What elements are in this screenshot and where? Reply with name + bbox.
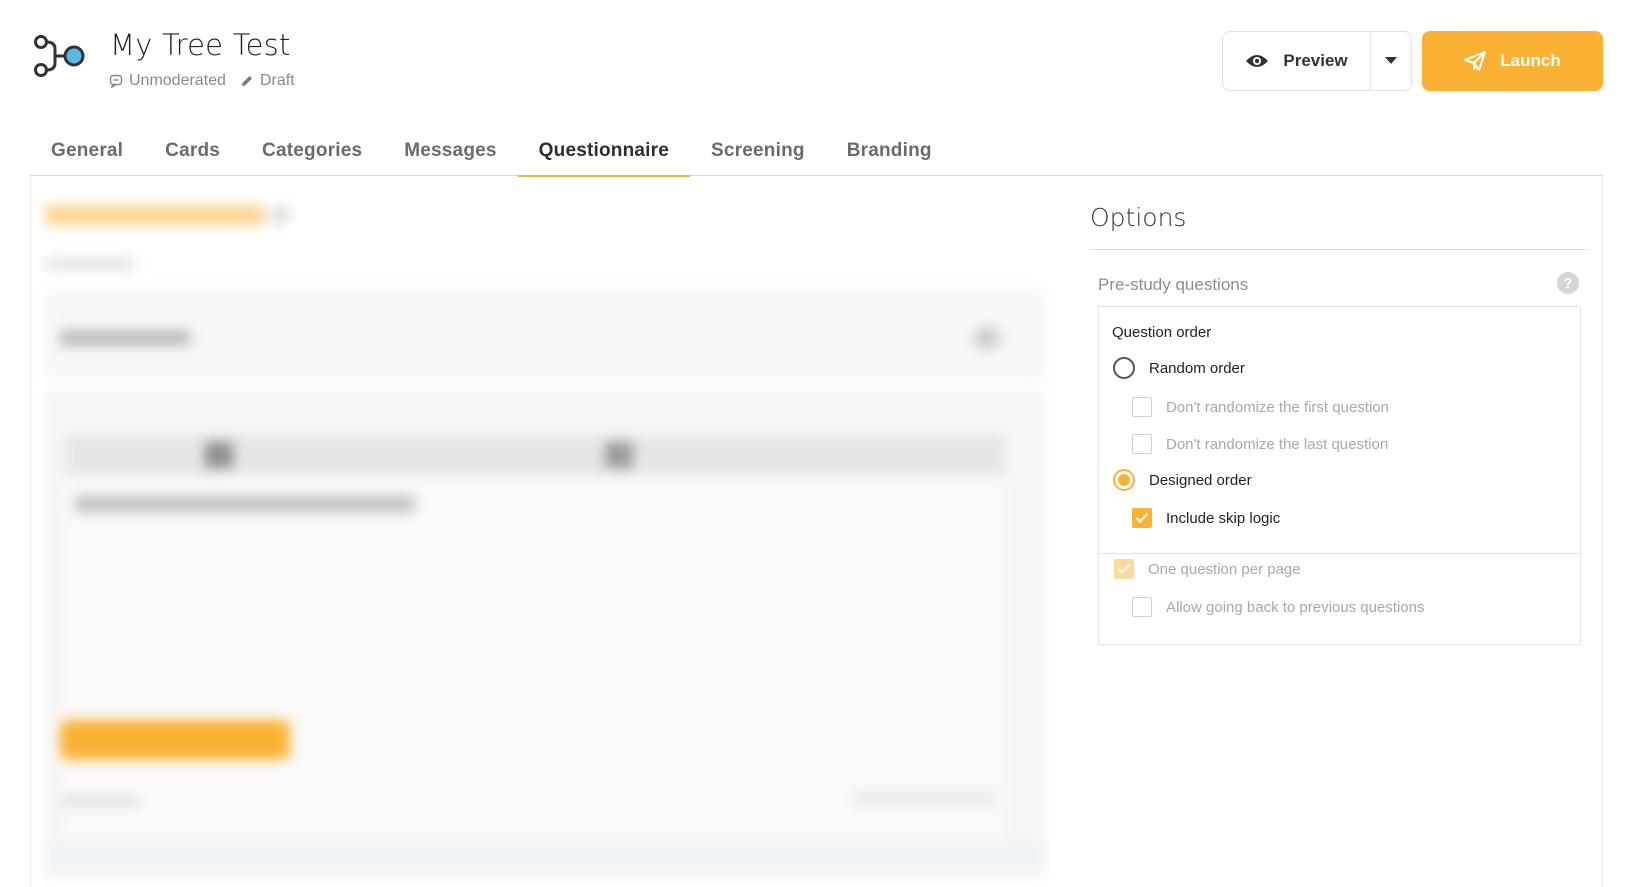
tab-general[interactable]: General xyxy=(30,128,144,176)
launch-button-label: Launch xyxy=(1500,51,1561,70)
random-order-radio-control[interactable] xyxy=(1113,357,1135,379)
study-status: Draft xyxy=(240,72,295,90)
dont-randomize-last-checkbox[interactable]: Don't randomize the last question xyxy=(1132,434,1388,454)
pre-study-questions-label: Pre-study questions xyxy=(1098,275,1249,294)
chat-bubble-icon xyxy=(109,74,123,88)
tab-categories[interactable]: Categories xyxy=(241,128,383,176)
checkmark-icon xyxy=(1135,512,1149,524)
pencil-icon xyxy=(241,76,252,86)
allow-going-back-checkbox-control[interactable] xyxy=(1132,597,1152,617)
tree-test-logo-icon xyxy=(34,35,85,77)
study-mode: Unmoderated xyxy=(109,72,226,90)
dont-randomize-first-checkbox[interactable]: Don't randomize the first question xyxy=(1132,397,1389,417)
preview-button[interactable]: Preview xyxy=(1223,32,1371,90)
preview-button-label: Preview xyxy=(1283,51,1348,70)
question-options-box: Question order Random order Don't random… xyxy=(1098,306,1581,645)
designed-order-label: Designed order xyxy=(1149,471,1252,489)
checkmark-icon xyxy=(1117,563,1131,575)
help-icon[interactable]: ? xyxy=(1557,272,1579,294)
one-question-per-page-label: One question per page xyxy=(1148,560,1301,578)
eye-icon xyxy=(1246,55,1269,67)
tab-questionnaire[interactable]: Questionnaire xyxy=(517,128,691,177)
tab-bar: General Cards Categories Messages Questi… xyxy=(30,128,1603,177)
blurred-question-editor xyxy=(35,190,1075,887)
one-question-per-page-checkbox[interactable]: One question per page xyxy=(1114,559,1301,579)
dont-randomize-last-checkbox-control[interactable] xyxy=(1132,434,1152,454)
caret-down-icon xyxy=(1385,57,1397,64)
allow-going-back-checkbox[interactable]: Allow going back to previous questions xyxy=(1132,597,1425,617)
include-skip-logic-checkbox[interactable]: Include skip logic xyxy=(1132,508,1280,528)
study-mode-label: Unmoderated xyxy=(129,72,226,89)
page-title: My Tree Test xyxy=(110,28,291,62)
tab-screening[interactable]: Screening xyxy=(690,128,826,176)
study-meta: Unmoderated Draft xyxy=(109,72,295,90)
preview-split-button: Preview xyxy=(1222,31,1412,91)
allow-going-back-label: Allow going back to previous questions xyxy=(1166,598,1425,616)
question-order-label: Question order xyxy=(1112,324,1212,341)
tab-messages[interactable]: Messages xyxy=(383,128,517,176)
designed-order-radio-control[interactable] xyxy=(1113,469,1135,491)
dont-randomize-last-label: Don't randomize the last question xyxy=(1166,435,1389,453)
launch-button[interactable]: Launch xyxy=(1422,31,1603,91)
include-skip-logic-checkbox-control[interactable] xyxy=(1132,508,1152,528)
dont-randomize-first-label: Don't randomize the first question xyxy=(1166,398,1389,416)
include-skip-logic-label: Include skip logic xyxy=(1166,509,1281,527)
options-divider xyxy=(1090,249,1588,250)
options-separator xyxy=(1099,553,1580,554)
random-order-label: Random order xyxy=(1149,359,1245,377)
dont-randomize-first-checkbox-control[interactable] xyxy=(1132,397,1152,417)
tab-cards[interactable]: Cards xyxy=(144,128,241,176)
random-order-radio[interactable]: Random order xyxy=(1113,357,1245,379)
tab-branding[interactable]: Branding xyxy=(826,128,953,176)
options-title: Options xyxy=(1090,203,1187,232)
designed-order-radio[interactable]: Designed order xyxy=(1113,469,1252,491)
study-status-label: Draft xyxy=(259,72,295,89)
paper-plane-icon xyxy=(1464,51,1487,71)
preview-dropdown-button[interactable] xyxy=(1371,32,1411,90)
one-question-per-page-checkbox-control[interactable] xyxy=(1114,559,1134,579)
